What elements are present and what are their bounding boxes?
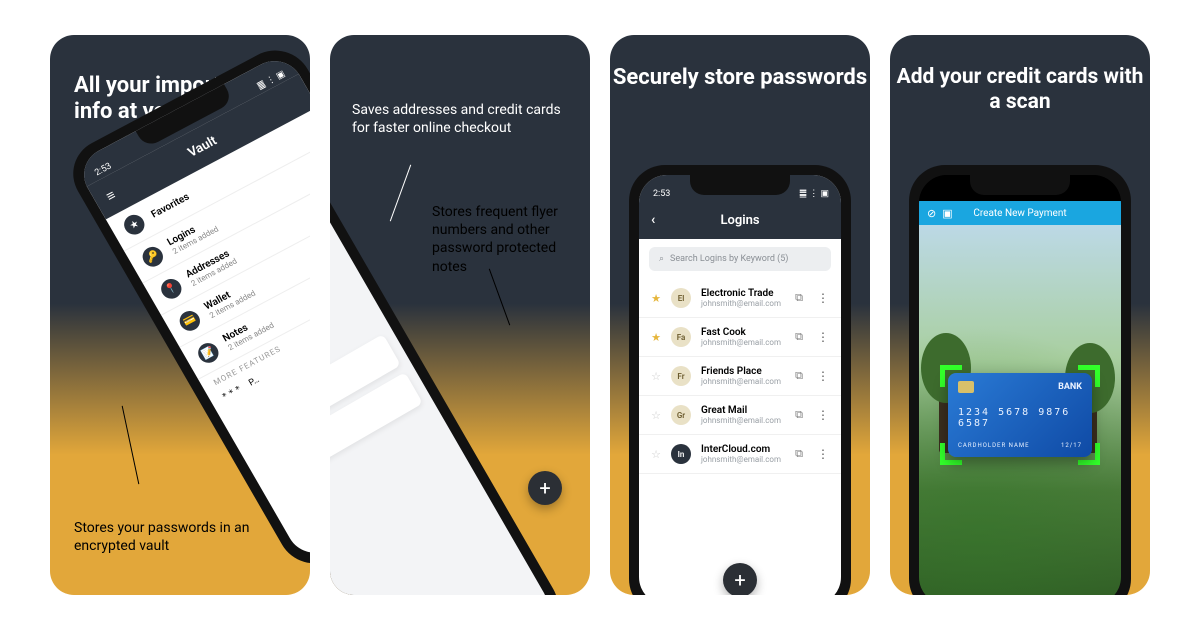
favorite-star-icon[interactable]: ★ bbox=[651, 292, 661, 305]
camera-icon[interactable]: ▣ bbox=[942, 207, 952, 220]
login-email: johnsmith@email.com bbox=[701, 299, 785, 308]
password-generator-label: P… bbox=[247, 375, 261, 388]
scan-frame: BANK 1234 5678 9876 6587 CARDHOLDER NAME… bbox=[940, 365, 1100, 465]
card-bank: BANK bbox=[1058, 382, 1082, 392]
menu-icon[interactable]: ≡ bbox=[103, 186, 119, 205]
login-row[interactable]: ★ Fa Fast Cookjohnsmith@email.com ⧉ ⋮ bbox=[639, 318, 841, 357]
login-email: johnsmith@email.com bbox=[701, 377, 785, 386]
category-icon: ★ bbox=[120, 211, 148, 238]
favorite-star-icon[interactable]: ☆ bbox=[651, 409, 661, 422]
phone-notch bbox=[970, 175, 1070, 195]
login-name: Great Mail bbox=[701, 405, 785, 416]
login-email: johnsmith@email.com bbox=[701, 338, 785, 347]
status-time: 2:53 bbox=[653, 189, 670, 199]
category-icon: 📍 bbox=[157, 275, 185, 302]
favorite-star-icon[interactable]: ★ bbox=[651, 331, 661, 344]
more-icon[interactable]: ⋮ bbox=[813, 408, 829, 422]
login-row[interactable]: ☆ In InterCloud.comjohnsmith@email.com ⧉ ⋮ bbox=[639, 435, 841, 474]
screenshot-panel-4: Add your credit cards with a scan ⊘ ▣ Cr… bbox=[890, 35, 1150, 595]
copy-icon[interactable]: ⧉ bbox=[795, 408, 803, 422]
copy-icon[interactable]: ⧉ bbox=[795, 447, 803, 461]
more-icon[interactable]: ⋮ bbox=[813, 291, 829, 305]
card-holder: CARDHOLDER NAME bbox=[958, 442, 1030, 449]
login-email: johnsmith@email.com bbox=[701, 455, 785, 464]
more-icon[interactable]: ⋮ bbox=[813, 447, 829, 461]
screenshot-panel-3: Securely store passwords 2:53 ䷀ ⋮ ▣ ‹ Lo… bbox=[610, 35, 870, 595]
scan-header: ⊘ ▣ Create New Payment bbox=[919, 201, 1121, 225]
callout-line bbox=[489, 269, 510, 326]
scan-title: Create New Payment bbox=[973, 208, 1066, 219]
login-email: johnsmith@email.com bbox=[701, 416, 785, 425]
login-name: Friends Place bbox=[701, 366, 785, 377]
add-button[interactable]: + bbox=[528, 471, 562, 505]
login-row[interactable]: ☆ Fr Friends Placejohnsmith@email.com ⧉ ⋮ bbox=[639, 357, 841, 396]
screenshot-panel-2: Saves addresses and credit cards for fas… bbox=[330, 35, 590, 595]
login-row[interactable]: ☆ Gr Great Mailjohnsmith@email.com ⧉ ⋮ bbox=[639, 396, 841, 435]
login-row[interactable]: ★ El Electronic Tradejohnsmith@email.com ⧉ ⋮ bbox=[639, 279, 841, 318]
login-avatar: El bbox=[671, 288, 691, 308]
phone-notch bbox=[690, 175, 790, 195]
app-header-logins: ‹ Logins bbox=[639, 201, 841, 239]
copy-icon[interactable]: ⧉ bbox=[795, 291, 803, 305]
login-name: Electronic Trade bbox=[701, 288, 785, 299]
favorite-star-icon[interactable]: ☆ bbox=[651, 370, 661, 383]
login-name: Fast Cook bbox=[701, 327, 785, 338]
panel2-tagline-notes: Stores frequent flyer numbers and other … bbox=[432, 203, 572, 276]
status-indicators: ䷀ ⋮ ▣ bbox=[799, 189, 829, 199]
screen-title: Vault bbox=[185, 133, 219, 160]
login-avatar: In bbox=[671, 444, 691, 464]
search-placeholder: Search Logins by Keyword (5) bbox=[670, 254, 788, 264]
login-list: ★ElElectronic Tradejohnsmith@email.com⧉⋮… bbox=[639, 279, 841, 474]
camera-viewfinder: BANK 1234 5678 9876 6587 CARDHOLDER NAME… bbox=[919, 225, 1121, 595]
card-number: 1234 5678 9876 6587 bbox=[958, 407, 1082, 429]
phone-mockup-logins: 2:53 ䷀ ⋮ ▣ ‹ Logins ⌕ Search Logins by K… bbox=[629, 165, 851, 595]
panel1-tagline: Stores your passwords in an encrypted va… bbox=[74, 519, 310, 555]
login-avatar: Gr bbox=[671, 405, 691, 425]
panel4-headline: Add your credit cards with a scan bbox=[890, 65, 1150, 115]
password-mask: *** bbox=[221, 384, 246, 403]
login-avatar: Fr bbox=[671, 366, 691, 386]
category-icon: 📝 bbox=[194, 340, 222, 367]
screenshot-panel-1: All your important info at your fingerti… bbox=[50, 35, 310, 595]
login-name: InterCloud.com bbox=[701, 444, 785, 455]
panel3-headline: Securely store passwords bbox=[610, 65, 870, 91]
search-icon: ⌕ bbox=[659, 254, 664, 264]
phone-mockup-scan: ⊘ ▣ Create New Payment BANK bbox=[909, 165, 1131, 595]
more-icon[interactable]: ⋮ bbox=[813, 369, 829, 383]
add-button[interactable]: + bbox=[723, 563, 757, 595]
panel2-tagline-addresses: Saves addresses and credit cards for fas… bbox=[352, 101, 570, 137]
category-icon: 🔑 bbox=[139, 243, 167, 270]
more-icon[interactable]: ⋮ bbox=[813, 330, 829, 344]
credit-card-preview: BANK 1234 5678 9876 6587 CARDHOLDER NAME… bbox=[948, 373, 1092, 457]
callout-line bbox=[390, 165, 411, 222]
favorite-star-icon[interactable]: ☆ bbox=[651, 448, 661, 461]
card-chip-icon bbox=[958, 381, 974, 393]
card-expiry: 12/17 bbox=[1061, 442, 1082, 449]
copy-icon[interactable]: ⧉ bbox=[795, 369, 803, 383]
login-avatar: Fa bbox=[671, 327, 691, 347]
category-icon: 💳 bbox=[176, 308, 204, 335]
copy-icon[interactable]: ⧉ bbox=[795, 330, 803, 344]
cancel-icon[interactable]: ⊘ bbox=[927, 207, 936, 220]
back-icon[interactable]: ‹ bbox=[651, 212, 655, 228]
screen-title: Logins bbox=[720, 213, 759, 228]
callout-line bbox=[122, 406, 140, 484]
search-input[interactable]: ⌕ Search Logins by Keyword (5) bbox=[649, 247, 831, 271]
